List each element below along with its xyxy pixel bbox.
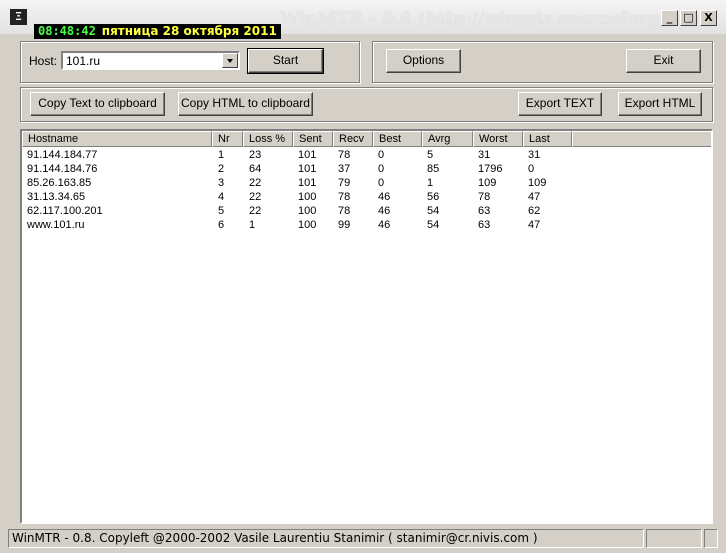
column-header-avrg[interactable]: Avrg bbox=[422, 131, 473, 147]
cell-worst: 78 bbox=[478, 191, 491, 203]
cell-loss: 23 bbox=[249, 149, 262, 161]
cell-hostname: 31.13.34.65 bbox=[27, 191, 86, 203]
cell-worst: 31 bbox=[478, 149, 491, 161]
cell-nr: 3 bbox=[218, 177, 225, 189]
cell-last: 109 bbox=[528, 177, 547, 189]
host-label: Host: bbox=[29, 54, 58, 68]
minimize-button[interactable]: _ bbox=[661, 10, 678, 26]
cell-last: 47 bbox=[528, 191, 541, 203]
clock-time: 08:48:42 bbox=[38, 24, 96, 38]
copy-html-button[interactable]: Copy HTML to clipboard bbox=[178, 92, 313, 116]
cell-sent: 101 bbox=[298, 163, 317, 175]
options-button[interactable]: Options bbox=[386, 49, 461, 73]
cell-avrg: 56 bbox=[427, 191, 440, 203]
cell-worst: 109 bbox=[478, 177, 497, 189]
cell-avrg: 54 bbox=[427, 219, 440, 231]
table-row[interactable]: www.101.ru 6 1 100 99 46 54 63 47 bbox=[22, 218, 711, 232]
cell-sent: 101 bbox=[298, 177, 317, 189]
cell-worst: 63 bbox=[478, 219, 491, 231]
cell-best: 0 bbox=[378, 149, 385, 161]
cell-hostname: 91.144.184.77 bbox=[27, 149, 98, 161]
cell-loss: 1 bbox=[249, 219, 256, 231]
cell-avrg: 5 bbox=[427, 149, 434, 161]
cell-recv: 78 bbox=[338, 205, 351, 217]
cell-nr: 5 bbox=[218, 205, 225, 217]
table-row[interactable]: 91.144.184.76 2 64 101 37 0 85 1796 0 bbox=[22, 162, 711, 176]
column-header-recv[interactable]: Recv bbox=[333, 131, 373, 147]
clock-date: пятница 28 октября 2011 bbox=[101, 24, 277, 38]
cell-hostname: www.101.ru bbox=[27, 219, 85, 231]
column-header-last[interactable]: Last bbox=[523, 131, 572, 147]
cell-worst: 1796 bbox=[478, 163, 503, 175]
cell-hostname: 91.144.184.76 bbox=[27, 163, 98, 175]
host-combobox[interactable] bbox=[61, 51, 240, 70]
column-header-best[interactable]: Best bbox=[373, 131, 422, 147]
cell-hostname: 85.26.163.85 bbox=[27, 177, 92, 189]
column-header-nr[interactable]: Nr bbox=[212, 131, 243, 147]
chevron-down-icon[interactable] bbox=[222, 53, 238, 68]
cell-loss: 64 bbox=[249, 163, 262, 175]
cell-last: 47 bbox=[528, 219, 541, 231]
cell-nr: 6 bbox=[218, 219, 225, 231]
status-text: WinMTR - 0.8. Copyleft @2000-2002 Vasile… bbox=[8, 529, 644, 548]
cell-loss: 22 bbox=[249, 205, 262, 217]
cell-sent: 100 bbox=[298, 219, 317, 231]
close-button[interactable]: X bbox=[700, 10, 717, 26]
cell-recv: 99 bbox=[338, 219, 351, 231]
cell-worst: 63 bbox=[478, 205, 491, 217]
column-header-hostname[interactable]: Hostname bbox=[22, 131, 212, 147]
cell-sent: 100 bbox=[298, 205, 317, 217]
cell-sent: 100 bbox=[298, 191, 317, 203]
app-icon[interactable]: Ξ bbox=[10, 9, 27, 25]
start-button[interactable]: Start bbox=[247, 48, 324, 74]
table-row[interactable]: 62.117.100.201 5 22 100 78 46 54 63 62 bbox=[22, 204, 711, 218]
cell-recv: 78 bbox=[338, 149, 351, 161]
table-row[interactable]: 85.26.163.85 3 22 101 79 0 1 109 109 bbox=[22, 176, 711, 190]
table-row[interactable]: 91.144.184.77 1 23 101 78 0 5 31 31 bbox=[22, 148, 711, 162]
copy-text-button[interactable]: Copy Text to clipboard bbox=[30, 92, 165, 116]
export-html-button[interactable]: Export HTML bbox=[618, 92, 702, 116]
cell-recv: 78 bbox=[338, 191, 351, 203]
cell-last: 0 bbox=[528, 163, 535, 175]
status-bar: WinMTR - 0.8. Copyleft @2000-2002 Vasile… bbox=[8, 529, 718, 549]
exit-button[interactable]: Exit bbox=[626, 49, 701, 73]
cell-last: 31 bbox=[528, 149, 541, 161]
cell-last: 62 bbox=[528, 205, 541, 217]
cell-best: 0 bbox=[378, 177, 385, 189]
cell-loss: 22 bbox=[249, 177, 262, 189]
cell-avrg: 54 bbox=[427, 205, 440, 217]
status-pane-empty bbox=[646, 529, 702, 548]
results-list[interactable]: Hostname Nr Loss % Sent Recv Best Avrg W… bbox=[20, 129, 713, 524]
cell-avrg: 85 bbox=[427, 163, 440, 175]
cell-nr: 1 bbox=[218, 149, 225, 161]
cell-loss: 22 bbox=[249, 191, 262, 203]
cell-nr: 4 bbox=[218, 191, 225, 203]
cell-recv: 37 bbox=[338, 163, 351, 175]
table-row[interactable]: 31.13.34.65 4 22 100 78 46 56 78 47 bbox=[22, 190, 711, 204]
export-text-button[interactable]: Export TEXT bbox=[518, 92, 602, 116]
cell-best: 46 bbox=[378, 205, 391, 217]
cell-best: 46 bbox=[378, 191, 391, 203]
column-header-filler bbox=[572, 131, 711, 147]
cell-avrg: 1 bbox=[427, 177, 434, 189]
maximize-button[interactable]: □ bbox=[680, 10, 697, 26]
cell-recv: 79 bbox=[338, 177, 351, 189]
column-header-loss[interactable]: Loss % bbox=[243, 131, 293, 147]
clock-overlay: 08:48:42 пятница 28 октября 2011 bbox=[34, 24, 281, 39]
host-input[interactable] bbox=[64, 53, 223, 68]
column-header-worst[interactable]: Worst bbox=[473, 131, 523, 147]
winmtr-window: Ξ WinMTR - 0.8 (http://winmtr.sourceforg… bbox=[0, 0, 726, 553]
column-header-sent[interactable]: Sent bbox=[293, 131, 333, 147]
cell-best: 46 bbox=[378, 219, 391, 231]
size-grip-icon[interactable] bbox=[704, 529, 718, 548]
window-title: WinMTR - 0.8 (http://winmtr.sourceforge.… bbox=[280, 9, 716, 29]
cell-nr: 2 bbox=[218, 163, 225, 175]
cell-best: 0 bbox=[378, 163, 385, 175]
cell-hostname: 62.117.100.201 bbox=[27, 205, 103, 217]
cell-sent: 101 bbox=[298, 149, 317, 161]
